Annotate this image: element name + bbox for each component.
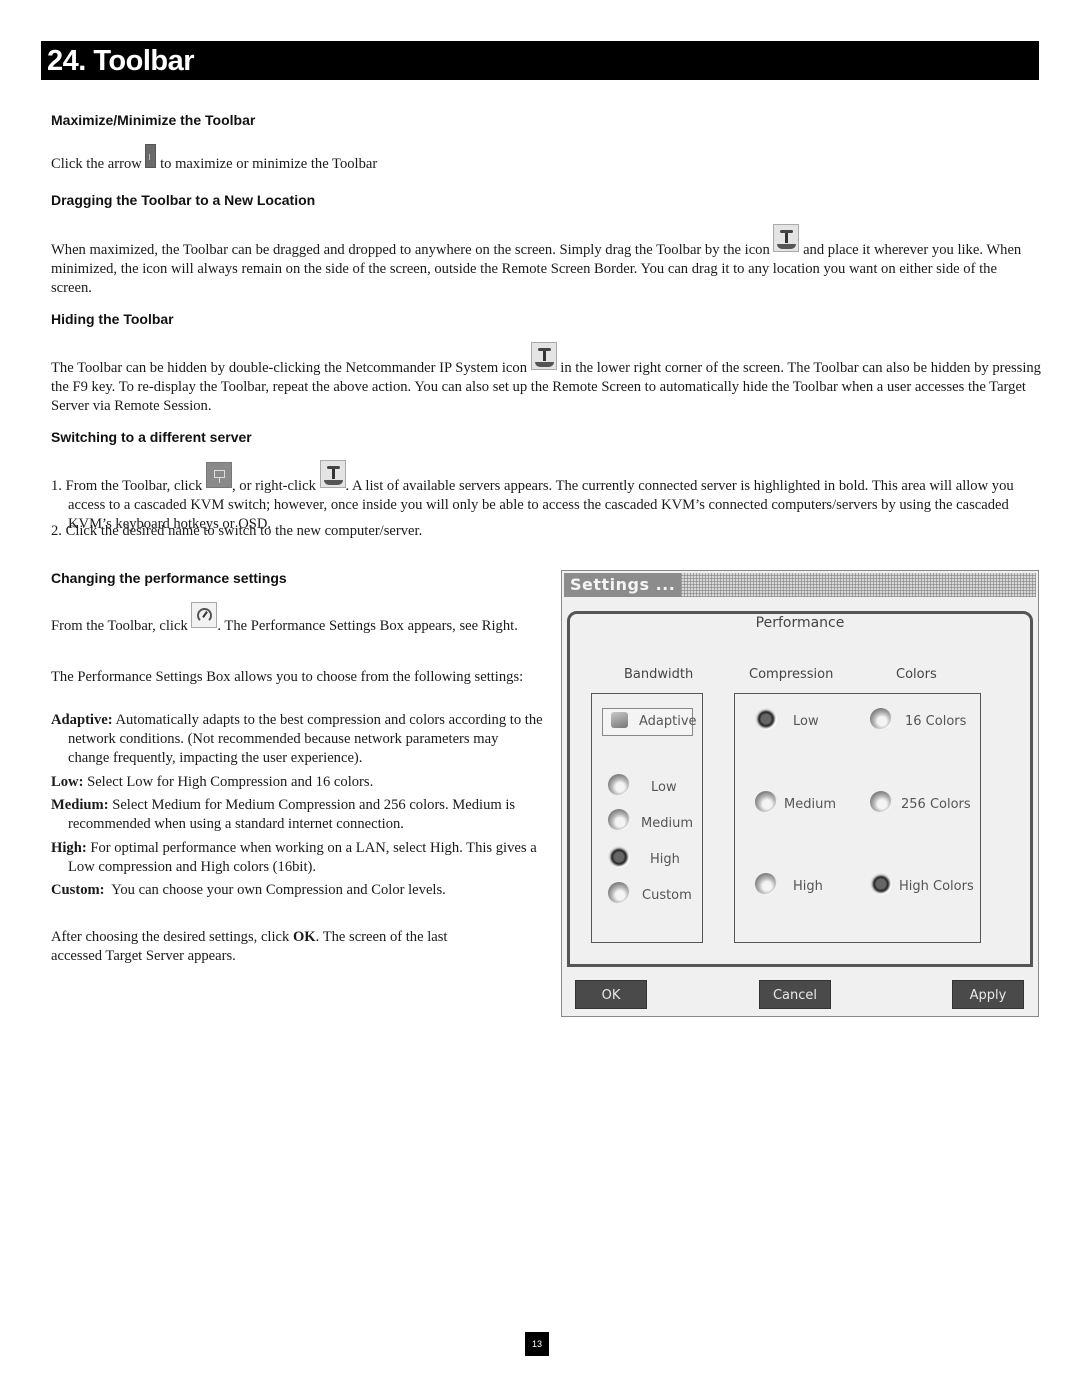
colors-high-label: High Colors (899, 879, 974, 894)
colors-16-radio[interactable] (870, 708, 892, 730)
bandwidth-low-radio[interactable] (608, 774, 630, 796)
text: The Toolbar can be hidden by double-clic… (51, 360, 531, 376)
bandwidth-custom-radio[interactable] (608, 882, 630, 904)
settings-dialog: Settings ... Performance Bandwidth Compr… (561, 570, 1039, 1017)
text: After choosing the desired settings, cli… (51, 929, 293, 945)
heading-hiding: Hiding the Toolbar (51, 311, 174, 327)
dialog-title: Settings ... (564, 573, 682, 597)
page-number: 13 (525, 1332, 549, 1356)
bandwidth-medium-radio[interactable] (608, 809, 630, 831)
bandwidth-high-radio[interactable] (608, 846, 630, 868)
text: Click the arrow (51, 156, 146, 172)
heading-maximize: Maximize/Minimize the Toolbar (51, 112, 256, 128)
server-list-icon (205, 462, 232, 488)
netcommander-system-icon (319, 460, 346, 488)
paragraph-after: After choosing the desired settings, cli… (51, 928, 501, 966)
compression-medium-radio[interactable] (755, 791, 777, 813)
compression-high-radio[interactable] (755, 873, 777, 895)
adaptive-label: Adaptive (639, 714, 697, 729)
text: , or right-click (231, 478, 320, 494)
bandwidth-high-label: High (650, 852, 680, 867)
option-desc: You can choose your own Compression and … (104, 882, 446, 898)
text: to maximize or minimize the Toolbar (156, 156, 378, 172)
dialog-title-bar[interactable]: Settings ... (564, 573, 1036, 597)
colors-high-radio[interactable] (870, 873, 892, 895)
paragraph-performance-intro: From the Toolbar, click . The Performanc… (51, 602, 543, 636)
option-medium: Medium: Select Medium for Medium Compres… (51, 796, 543, 834)
option-desc: Select Low for High Compression and 16 c… (83, 774, 374, 790)
compression-high-label: High (793, 879, 823, 894)
compression-medium-label: Medium (784, 797, 836, 812)
text-bold: OK (292, 929, 316, 945)
option-desc: Select Medium for Medium Compression and… (68, 797, 516, 832)
performance-group-label: Performance (755, 615, 845, 631)
colors-256-radio[interactable] (870, 791, 892, 813)
step-2: 2. Click the desired name to switch to t… (51, 523, 423, 539)
ok-button[interactable]: OK (575, 980, 647, 1009)
compression-low-radio[interactable] (755, 708, 777, 730)
colors-256-label: 256 Colors (901, 797, 971, 812)
netcommander-system-icon (530, 342, 557, 370)
text: When maximized, the Toolbar can be dragg… (51, 242, 774, 258)
performance-gauge-icon (191, 602, 218, 628)
compression-label: Compression (749, 667, 834, 682)
text: . The Performance Settings Box appears, … (217, 618, 518, 634)
compression-colors-box (734, 693, 981, 943)
option-term: Adaptive: (51, 712, 113, 728)
option-term: Low: (51, 774, 84, 790)
heading-switching: Switching to a different server (51, 429, 252, 445)
apply-button[interactable]: Apply (952, 980, 1024, 1009)
adaptive-button[interactable]: Adaptive (602, 708, 697, 736)
option-custom: Custom: You can choose your own Compress… (51, 881, 543, 900)
option-desc: For optimal performance when working on … (68, 840, 537, 875)
bandwidth-medium-label: Medium (641, 816, 693, 831)
heading-dragging: Dragging the Toolbar to a New Location (51, 192, 316, 208)
bandwidth-label: Bandwidth (624, 667, 694, 682)
text: From the Toolbar, click (51, 618, 192, 634)
paragraph-hiding: The Toolbar can be hidden by double-clic… (51, 342, 1041, 416)
option-high: High: For optimal performance when worki… (51, 839, 543, 877)
bandwidth-low-label: Low (651, 780, 677, 795)
adaptive-icon (611, 712, 628, 728)
heading-performance: Changing the performance settings (51, 570, 287, 586)
option-adaptive: Adaptive: Automatically adapts to the be… (51, 711, 543, 768)
bandwidth-custom-label: Custom (642, 888, 692, 903)
option-term: Medium: (51, 797, 109, 813)
option-term: High: (51, 840, 87, 856)
colors-label: Colors (896, 667, 937, 682)
option-desc: Automatically adapts to the best compres… (68, 712, 543, 766)
page-title: 24. Toolbar (41, 41, 1039, 80)
cancel-button[interactable]: Cancel (759, 980, 831, 1009)
option-low: Low: Select Low for High Compression and… (51, 773, 543, 792)
option-term: Custom: (51, 882, 105, 898)
toolbar-arrow-icon (145, 144, 157, 168)
compression-low-label: Low (793, 714, 819, 729)
colors-16-label: 16 Colors (905, 714, 967, 729)
text: 1. From the Toolbar, click (51, 478, 206, 494)
paragraph-dragging: When maximized, the Toolbar can be dragg… (51, 224, 1041, 298)
paragraph-performance-allows: The Performance Settings Box allows you … (51, 669, 524, 685)
paragraph-maximize: Click the arrow to maximize or minimize … (51, 144, 1041, 174)
drag-handle-icon (773, 224, 800, 252)
